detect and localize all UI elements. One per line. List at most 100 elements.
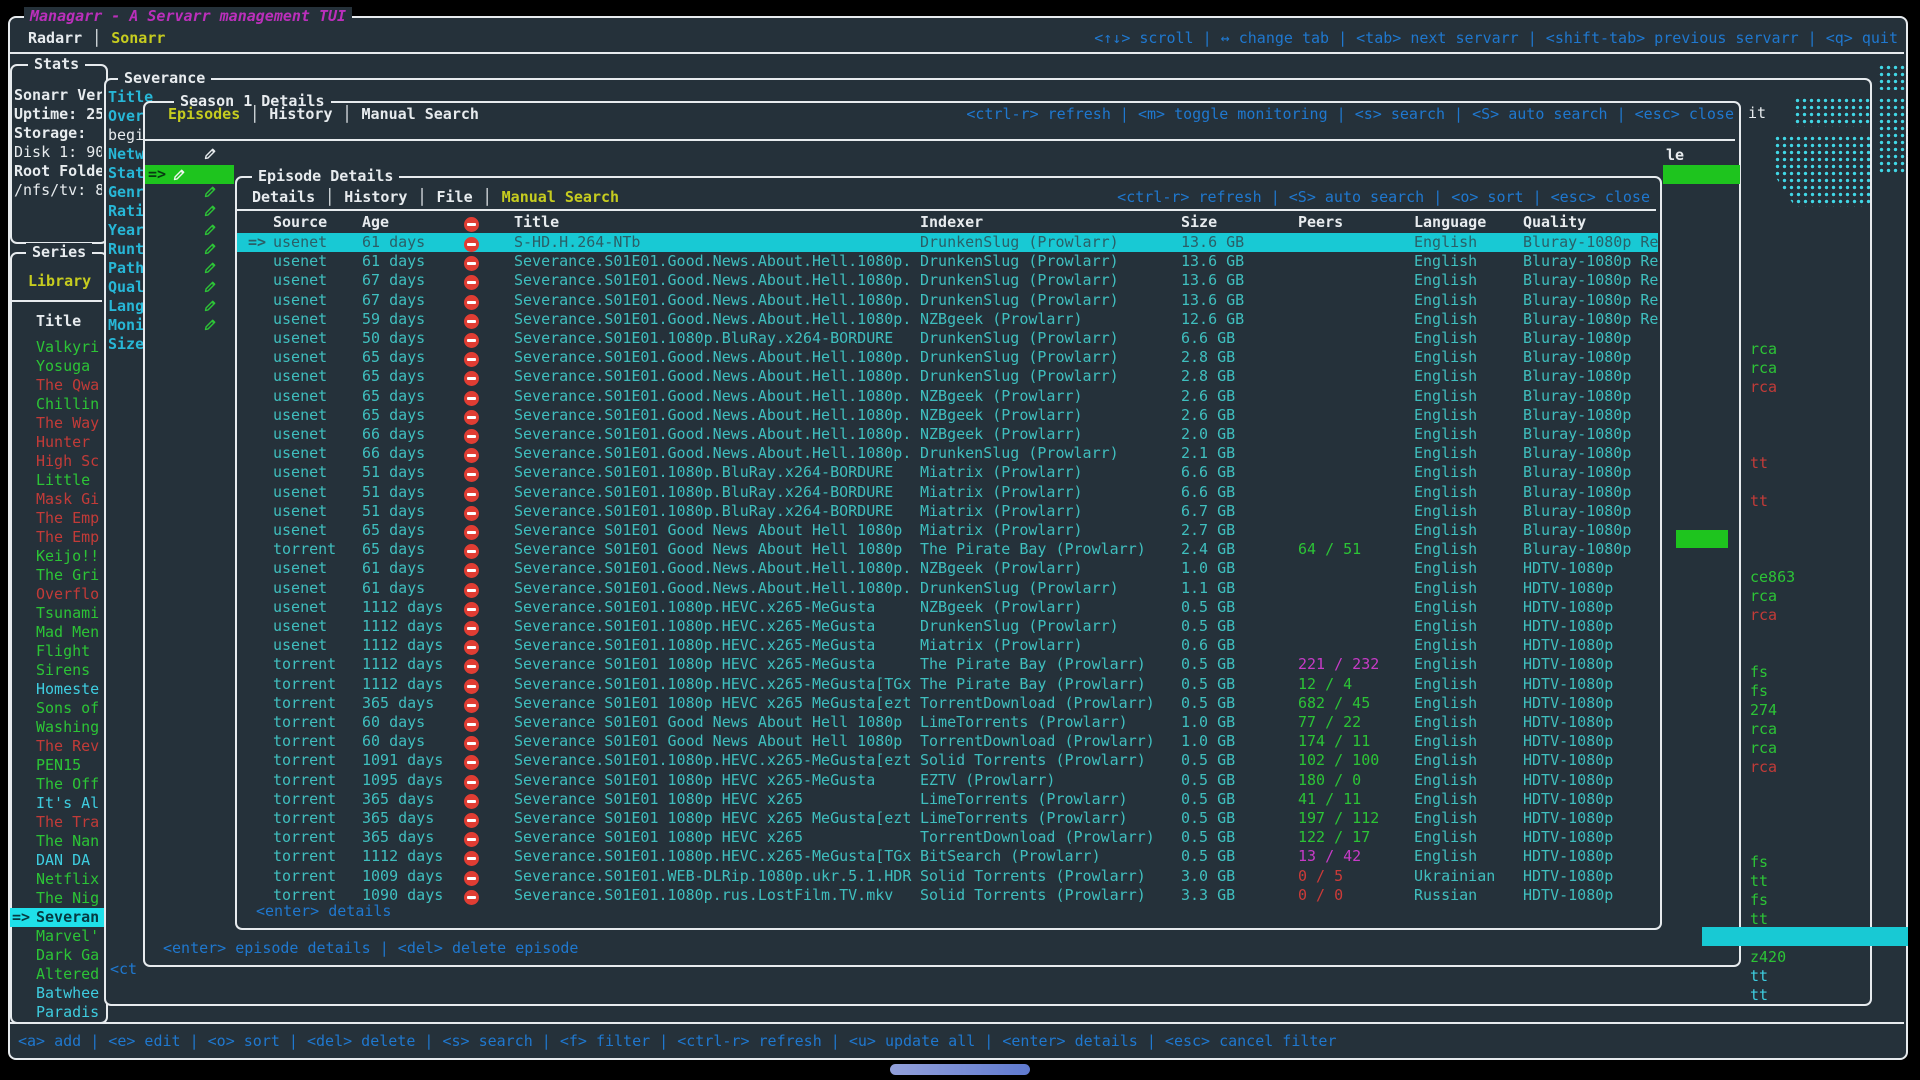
series-item[interactable]: Paradis [10,1003,104,1020]
series-item[interactable]: The Off [10,775,104,794]
series-item[interactable]: Netflix [10,870,104,889]
series-item[interactable]: Altered [10,965,104,984]
series-item[interactable]: Batwhee [10,984,104,1003]
column-header-language[interactable]: Language [1414,213,1486,232]
release-row[interactable]: usenet1112 daysSeverance.S01E01.1080p.HE… [237,617,1658,636]
series-item[interactable]: Flight [10,642,104,661]
series-item[interactable]: Sons of [10,699,104,718]
series-item[interactable]: Valkyri [10,338,104,357]
release-row[interactable]: torrent1091 daysSeverance.S01E01.1080p.H… [237,751,1658,770]
release-row[interactable]: torrent1112 daysSeverance.S01E01.1080p.H… [237,675,1658,694]
series-item[interactable]: PEN15 [10,756,104,775]
release-row[interactable]: torrent60 daysSeverance S01E01 Good News… [237,732,1658,751]
pencil-icon[interactable] [203,241,218,256]
release-row[interactable]: =>usenet61 daysS-HD.H.264-NTbDrunkenSlug… [237,233,1658,252]
release-row[interactable]: usenet1112 daysSeverance.S01E01.1080p.HE… [237,636,1658,655]
release-row[interactable]: usenet61 daysSeverance.S01E01.Good.News.… [237,579,1658,598]
release-row[interactable]: usenet51 daysSeverance.S01E01.1080p.BluR… [237,463,1658,482]
series-item[interactable]: It's Al [10,794,104,813]
tab-ep-details[interactable]: Details [252,188,315,207]
release-row[interactable]: usenet65 daysSeverance S01E01 Good News … [237,521,1658,540]
indexer: DrunkenSlug (Prowlarr) [920,579,1178,598]
release-row[interactable]: torrent1090 daysSeverance.S01E01.1080p.r… [237,886,1658,905]
pencil-icon[interactable] [203,184,218,199]
series-item[interactable]: DAN DA [10,851,104,870]
series-item[interactable]: Yosuga [10,357,104,376]
pencil-icon[interactable] [203,222,218,237]
series-item[interactable]: =>Severan [10,908,104,927]
tab-sonarr[interactable]: Sonarr [111,29,165,48]
release-row[interactable]: torrent65 daysSeverance S01E01 Good News… [237,540,1658,559]
release-row[interactable]: torrent60 daysSeverance S01E01 Good News… [237,713,1658,732]
tab-radarr[interactable]: Radarr [28,29,82,48]
tab-library[interactable]: Library [28,272,91,291]
tab-ep-history[interactable]: History [344,188,407,207]
release-row[interactable]: usenet65 daysSeverance.S01E01.Good.News.… [237,406,1658,425]
column-header-quality[interactable]: Quality [1523,213,1660,232]
release-row[interactable]: torrent365 daysSeverance S01E01 1080p HE… [237,828,1658,847]
release-row[interactable]: usenet1112 daysSeverance.S01E01.1080p.HE… [237,598,1658,617]
release-row[interactable]: usenet51 daysSeverance.S01E01.1080p.BluR… [237,502,1658,521]
release-row[interactable]: usenet65 daysSeverance.S01E01.Good.News.… [237,367,1658,386]
series-item[interactable]: Marvel' [10,927,104,946]
release-row[interactable]: torrent365 daysSeverance S01E01 1080p HE… [237,694,1658,713]
release-row[interactable]: torrent1112 daysSeverance.S01E01.1080p.H… [237,847,1658,866]
series-item[interactable]: The Emp [10,509,104,528]
release-row[interactable]: torrent365 daysSeverance S01E01 1080p HE… [237,790,1658,809]
pencil-icon[interactable] [203,279,218,294]
series-item[interactable]: High Sc [10,452,104,471]
column-header-peers[interactable]: Peers [1298,213,1343,232]
release-row[interactable]: usenet65 daysSeverance.S01E01.Good.News.… [237,387,1658,406]
series-item[interactable]: Chillin [10,395,104,414]
series-item[interactable]: Mad Men [10,623,104,642]
release-row[interactable]: usenet61 daysSeverance.S01E01.Good.News.… [237,252,1658,271]
pencil-icon[interactable] [203,203,218,218]
pencil-icon[interactable] [203,260,218,275]
release-row[interactable]: usenet61 daysSeverance.S01E01.Good.News.… [237,559,1658,578]
series-item[interactable]: Mask Gi [10,490,104,509]
column-header-size[interactable]: Size [1181,213,1217,232]
column-header-source[interactable]: Source [273,213,327,232]
tab-ep-manual-search[interactable]: Manual Search [502,188,619,207]
pencil-icon[interactable] [203,317,218,332]
release-row[interactable]: usenet67 daysSeverance.S01E01.Good.News.… [237,291,1658,310]
series-item[interactable]: Sirens [10,661,104,680]
series-item[interactable]: The Qwa [10,376,104,395]
series-item[interactable]: Washing [10,718,104,737]
series-item[interactable]: Overflo [10,585,104,604]
age: 1095 days [362,771,443,790]
series-item[interactable]: Homeste [10,680,104,699]
release-row[interactable]: usenet66 daysSeverance.S01E01.Good.News.… [237,444,1658,463]
release-row[interactable]: torrent365 daysSeverance S01E01 1080p HE… [237,809,1658,828]
release-row[interactable]: usenet59 daysSeverance.S01E01.Good.News.… [237,310,1658,329]
tab-ep-file[interactable]: File [437,188,473,207]
tab-season-manual-search[interactable]: Manual Search [362,105,479,124]
series-item[interactable]: The Emp [10,528,104,547]
series-item[interactable]: Little [10,471,104,490]
series-item[interactable]: The Gri [10,566,104,585]
series-item[interactable]: Keijo!! [10,547,104,566]
pencil-icon[interactable] [203,298,218,313]
release-row[interactable]: usenet51 daysSeverance.S01E01.1080p.BluR… [237,483,1658,502]
series-item[interactable]: The Rev [10,737,104,756]
series-item[interactable]: Dark Ga [10,946,104,965]
series-item[interactable]: The Tra [10,813,104,832]
column-header-indexer[interactable]: Indexer [920,213,1178,232]
series-item[interactable]: The Nig [10,889,104,908]
release-row[interactable]: torrent1009 daysSeverance.S01E01.WEB-DLR… [237,867,1658,886]
release-row[interactable]: torrent1095 daysSeverance S01E01 1080p H… [237,771,1658,790]
release-row[interactable]: usenet50 daysSeverance.S01E01.1080p.BluR… [237,329,1658,348]
tab-episodes[interactable]: Episodes [168,105,240,124]
release-row[interactable]: usenet66 daysSeverance.S01E01.Good.News.… [237,425,1658,444]
series-item[interactable]: Hunter [10,433,104,452]
release-row[interactable]: usenet65 daysSeverance.S01E01.Good.News.… [237,348,1658,367]
series-item[interactable]: The Way [10,414,104,433]
release-row[interactable]: usenet67 daysSeverance.S01E01.Good.News.… [237,271,1658,290]
series-item[interactable]: The Nan [10,832,104,851]
season-episode-row[interactable]: => [145,165,234,184]
tab-season-history[interactable]: History [269,105,332,124]
column-header-title[interactable]: Title [514,213,916,232]
series-item[interactable]: Tsunami [10,604,104,623]
column-header-age[interactable]: Age [362,213,389,232]
release-row[interactable]: torrent1112 daysSeverance S01E01 1080p H… [237,655,1658,674]
